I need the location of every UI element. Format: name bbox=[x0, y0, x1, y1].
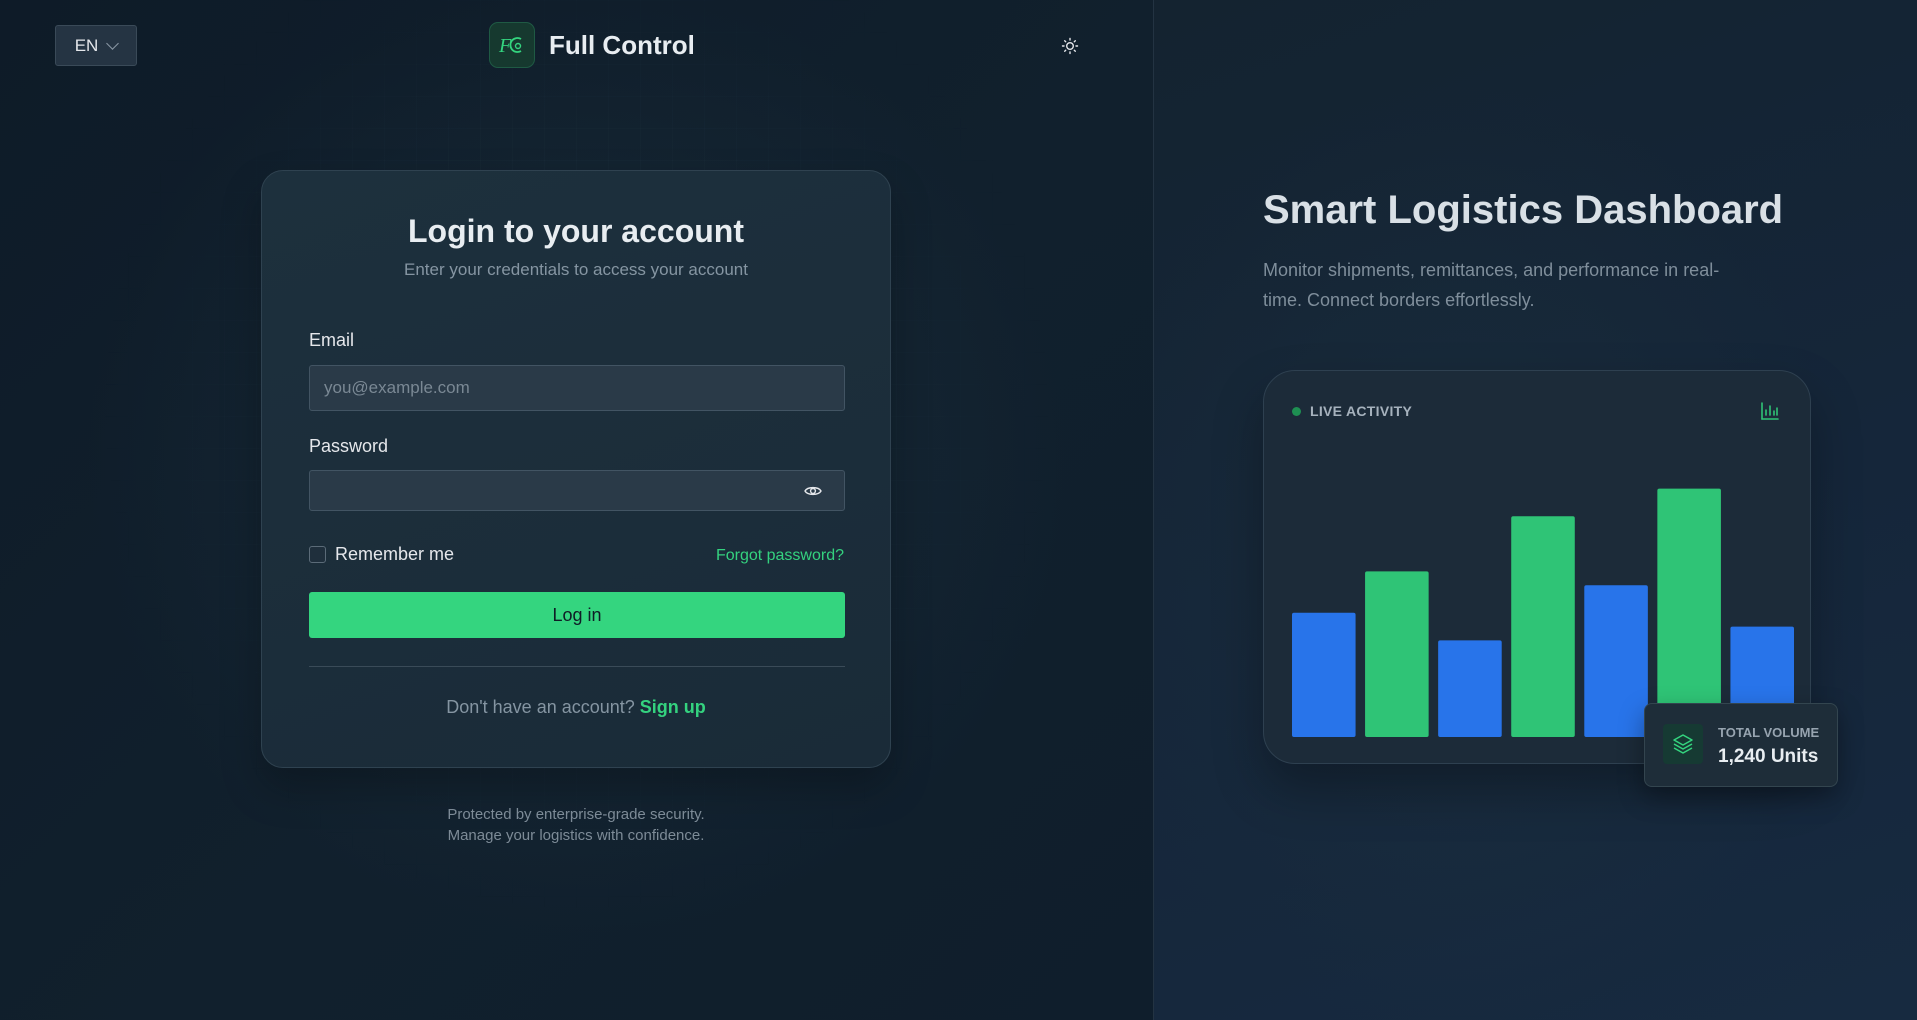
divider bbox=[309, 666, 845, 667]
brand: F Full Control bbox=[489, 22, 695, 68]
email-label: Email bbox=[309, 330, 355, 350]
activity-bar-4 bbox=[1511, 516, 1575, 737]
hero-title: Smart Logistics Dashboard bbox=[1263, 188, 1784, 232]
confidence-note: Manage your logistics with confidence. bbox=[447, 827, 705, 844]
live-activity-label: LIVE ACTIVITY bbox=[1310, 403, 1413, 419]
remember-label: Remember me bbox=[335, 544, 455, 564]
theme-toggle-button[interactable] bbox=[1058, 34, 1082, 58]
forgot-password-link[interactable]: Forgot password? bbox=[716, 547, 844, 565]
logo-icon: F bbox=[498, 35, 522, 57]
language-label: EN bbox=[74, 35, 99, 55]
activity-bar-chart bbox=[1292, 488, 1794, 737]
activity-bar-2 bbox=[1365, 571, 1429, 737]
security-note: Protected by enterprise-grade security. bbox=[447, 806, 705, 823]
signup-prompt: Don't have an account? Sign up bbox=[262, 697, 890, 718]
total-volume-value: 1,240 Units bbox=[1718, 746, 1819, 767]
eye-icon bbox=[804, 486, 822, 496]
signup-link[interactable]: Sign up bbox=[640, 697, 706, 717]
total-volume-card: TOTAL VOLUME 1,240 Units bbox=[1644, 703, 1838, 787]
show-password-button[interactable] bbox=[802, 480, 824, 502]
activity-bar-3 bbox=[1438, 640, 1502, 737]
activity-bar-1 bbox=[1292, 612, 1356, 737]
layers-icon bbox=[1663, 724, 1703, 764]
live-indicator-dot bbox=[1292, 406, 1301, 416]
chevron-down-icon bbox=[106, 36, 120, 50]
sun-icon bbox=[1061, 37, 1079, 55]
login-subtitle: Enter your credentials to access your ac… bbox=[404, 260, 748, 279]
login-title: Login to your account bbox=[408, 213, 744, 249]
login-card: Login to your account Enter your credent… bbox=[261, 170, 891, 768]
language-selector[interactable]: EN bbox=[55, 25, 137, 66]
activity-bar-5 bbox=[1584, 585, 1648, 737]
remember-me[interactable]: Remember me bbox=[309, 544, 454, 565]
login-button[interactable]: Log in bbox=[309, 592, 845, 638]
bar-chart-icon bbox=[1761, 402, 1779, 420]
activity-bar-6 bbox=[1657, 488, 1721, 737]
email-field[interactable] bbox=[309, 365, 845, 411]
brand-name: Full Control bbox=[549, 29, 695, 60]
live-activity-header: LIVE ACTIVITY bbox=[1292, 403, 1412, 419]
password-field[interactable] bbox=[309, 470, 845, 511]
logo: F bbox=[489, 22, 535, 68]
total-volume-label: TOTAL VOLUME bbox=[1718, 725, 1820, 740]
password-label: Password bbox=[309, 436, 389, 456]
hero-description: Monitor shipments, remittances, and perf… bbox=[1263, 260, 1720, 310]
no-account-text: Don't have an account? bbox=[446, 697, 635, 717]
remember-checkbox[interactable] bbox=[309, 546, 326, 563]
